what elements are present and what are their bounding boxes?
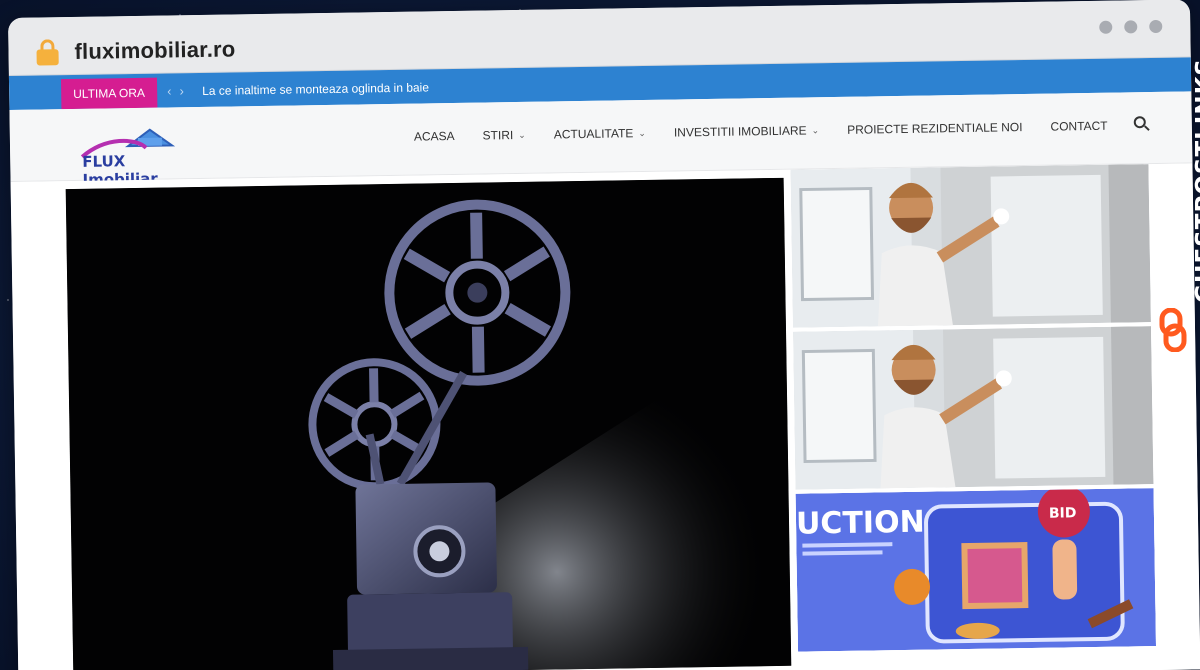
article-thumbnail[interactable]: UCTION BID (795, 488, 1157, 652)
chevron-down-icon: ⌄ (811, 124, 820, 135)
window-controls (1099, 19, 1163, 34)
side-article-list: UCTION BID (790, 164, 1158, 656)
nav-label: INVESTITII IMOBILIARE (673, 123, 807, 140)
nav-item-investitii-imobiliare[interactable]: INVESTITII IMOBILIARE ⌄ (660, 123, 833, 140)
nav-label: PROIECTE REZIDENTIALE NOI (847, 120, 1023, 137)
bid-label: BID (1049, 505, 1077, 521)
article-thumbnail[interactable] (790, 164, 1151, 328)
watermark-text: GUESTPOSTLINKS (1192, 58, 1200, 304)
window-dot-icon[interactable] (1124, 20, 1138, 34)
nav-label: STIRI (482, 128, 514, 143)
nav-label: ACASA (413, 129, 455, 144)
chevron-left-icon[interactable]: ‹ (167, 83, 180, 98)
search-icon[interactable] (1133, 116, 1150, 132)
ticker-headline-link[interactable]: La ce inaltime se monteaza oglinda in ba… (202, 80, 429, 98)
nav-item-stiri[interactable]: STIRI ⌄ (468, 128, 539, 143)
ticker-arrows[interactable]: ‹› (167, 83, 192, 98)
nav-item-proiecte-rezidentiale-noi[interactable]: PROIECTE REZIDENTIALE NOI (833, 120, 1037, 137)
nav-item-actualitate[interactable]: ACTUALITATE ⌄ (540, 126, 660, 142)
window-dot-icon[interactable] (1149, 19, 1163, 34)
featured-section: UCTION BID (10, 163, 1200, 670)
window-dot-icon[interactable] (1099, 20, 1113, 34)
lock-icon (36, 39, 59, 66)
browser-window: fluximobiliar.ro ULTIMA ORA ‹› La ce ina… (8, 0, 1200, 670)
chain-link-icon (1159, 308, 1187, 352)
breaking-news-badge: ULTIMA ORA (60, 77, 158, 110)
article-thumbnail[interactable] (793, 326, 1154, 490)
site-logo[interactable]: FLUX Imobiliar (76, 125, 197, 189)
nav-label: CONTACT (1050, 118, 1108, 134)
watermark-logo: GUESTPOSTLINKS (1156, 58, 1200, 358)
main-navigation: ACASA STIRI ⌄ ACTUALITATE ⌄ INVESTITII IMO… (400, 119, 1122, 144)
auction-heading: UCTION (796, 505, 925, 542)
nav-item-contact[interactable]: CONTACT (1036, 119, 1121, 134)
featured-hero-image[interactable] (65, 177, 792, 670)
chevron-down-icon: ⌄ (518, 129, 526, 140)
chevron-down-icon: ⌄ (638, 127, 646, 138)
nav-item-acasa[interactable]: ACASA (400, 129, 469, 144)
address-bar-url[interactable]: fluximobiliar.ro (74, 36, 235, 65)
nav-label: ACTUALITATE (553, 126, 634, 142)
chevron-right-icon[interactable]: › (179, 83, 192, 98)
